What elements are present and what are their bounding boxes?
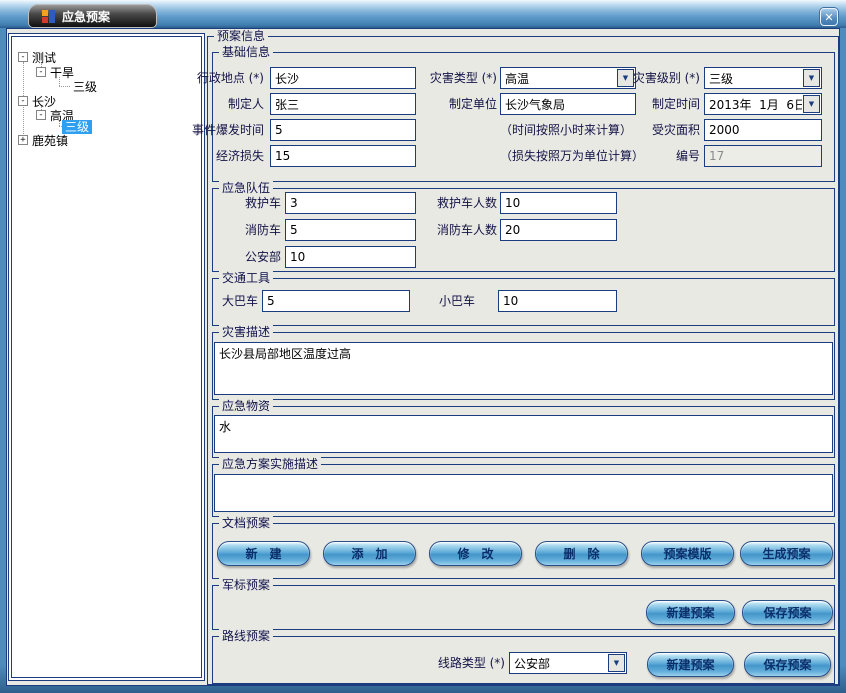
unit-input[interactable] <box>500 93 636 115</box>
military-plan-group-title: 军标预案 <box>219 578 273 592</box>
tree-expander-minus-icon[interactable]: - <box>18 96 28 106</box>
route-type-select[interactable]: 公安部 ▼ <box>509 652 627 674</box>
affected-area-input[interactable] <box>704 119 822 141</box>
supplies-group-title: 应急物资 <box>219 399 273 413</box>
tree-panel <box>8 33 205 681</box>
ambulance-input[interactable] <box>285 192 416 214</box>
time-note: （时间按照小时来计算） <box>500 119 632 141</box>
firetruck-input[interactable] <box>285 219 416 241</box>
tree-node[interactable]: 鹿苑镇 <box>29 133 71 148</box>
create-time-datepicker[interactable]: 2013年 1月 6日 ▼ <box>704 93 822 115</box>
minibus-label: 小巴车 <box>400 290 475 312</box>
military-new-plan-button[interactable]: 新建预案 <box>646 600 735 625</box>
bus-input[interactable] <box>262 290 410 312</box>
serial-number-input <box>704 145 822 167</box>
route-type-value: 公安部 <box>510 653 607 673</box>
route-type-label: 线路类型 (*) <box>420 652 505 674</box>
outbreak-time-label: 事件爆发时间 <box>180 119 264 141</box>
modify-button[interactable]: 修 改 <box>429 541 522 566</box>
tree-expander-minus-icon[interactable]: - <box>36 67 46 77</box>
chevron-down-icon[interactable]: ▼ <box>608 654 625 672</box>
firetruck-label: 消防车 <box>200 219 281 241</box>
route-plan-group-title: 路线预案 <box>219 629 273 643</box>
admin-location-input[interactable] <box>270 67 416 89</box>
window-title: 应急预案 <box>62 8 110 25</box>
outbreak-time-input[interactable] <box>270 119 416 141</box>
serial-number-label: 编号 <box>618 145 700 167</box>
ambulance-crew-label: 救护车人数 <box>415 192 497 214</box>
admin-location-label: 行政地点 (*) <box>180 67 264 89</box>
affected-area-label: 受灾面积 <box>618 119 700 141</box>
unit-label: 制定单位 <box>415 93 497 115</box>
generate-plan-button[interactable]: 生成预案 <box>740 541 833 566</box>
impl-desc-group-title: 应急方案实施描述 <box>219 457 321 471</box>
disaster-level-label: 灾害级别 (*) <box>618 67 700 89</box>
basic-info-group-title: 基础信息 <box>219 45 273 59</box>
disaster-desc-group-title: 灾害描述 <box>219 325 273 339</box>
disaster-level-select[interactable]: 三级 ▼ <box>704 67 822 89</box>
economic-loss-label: 经济损失 <box>180 145 264 167</box>
tree-node-label: 长沙 <box>29 95 59 109</box>
impl-desc-textarea[interactable] <box>214 474 833 512</box>
chevron-down-icon[interactable]: ▼ <box>803 69 820 87</box>
disaster-level-value: 三级 <box>705 68 802 88</box>
bus-label: 大巴车 <box>180 290 258 312</box>
tree-expander-plus-icon[interactable]: + <box>18 135 28 145</box>
route-new-plan-button[interactable]: 新建预案 <box>647 652 734 677</box>
supplies-textarea[interactable]: 水 <box>214 415 833 453</box>
plan-info-group-title: 预案信息 <box>214 29 268 43</box>
app-window: 应急预案 ✕ - - - - + 测试 干旱 三级 长沙 高温 三级 鹿苑镇 预… <box>0 0 846 693</box>
tree-node-label: 三级 <box>70 80 100 94</box>
delete-button[interactable]: 删 除 <box>535 541 628 566</box>
tree-guide <box>59 86 70 87</box>
new-button[interactable]: 新 建 <box>217 541 310 566</box>
tree-node[interactable]: 三级 <box>70 79 100 94</box>
create-time-label: 制定时间 <box>618 93 700 115</box>
police-label: 公安部 <box>200 246 281 268</box>
tree-node-label: 鹿苑镇 <box>29 134 71 148</box>
transport-group-title: 交通工具 <box>219 271 273 285</box>
ambulance-label: 救护车 <box>200 192 281 214</box>
disaster-desc-textarea[interactable]: 长沙县局部地区温度过高 <box>214 342 833 395</box>
firetruck-crew-label: 消防车人数 <box>415 219 497 241</box>
tree-node-label: 三级 <box>62 120 92 134</box>
minibus-input[interactable] <box>498 290 617 312</box>
plan-template-button[interactable]: 预案模版 <box>641 541 734 566</box>
disaster-type-select[interactable]: 高温 ▼ <box>500 67 636 89</box>
tree-node-selected[interactable]: 三级 <box>62 119 92 134</box>
tree-node[interactable]: 长沙 <box>29 94 59 109</box>
tree-node[interactable]: 干旱 <box>47 65 77 80</box>
tree-expander-minus-icon[interactable]: - <box>18 52 28 62</box>
chevron-down-icon[interactable]: ▼ <box>803 95 820 113</box>
economic-loss-input[interactable] <box>270 145 416 167</box>
close-icon[interactable]: ✕ <box>820 8 838 26</box>
disaster-type-value: 高温 <box>501 68 616 88</box>
doc-plan-group-title: 文档预案 <box>219 516 273 530</box>
app-icon <box>42 10 55 23</box>
police-input[interactable] <box>285 246 416 268</box>
create-time-value: 2013年 1月 6日 <box>705 94 802 114</box>
ambulance-crew-input[interactable] <box>500 192 617 214</box>
tree-expander-minus-icon[interactable]: - <box>36 110 46 120</box>
title-bar: 应急预案 ✕ <box>0 0 846 28</box>
route-save-plan-button[interactable]: 保存预案 <box>744 652 831 677</box>
tree-node[interactable]: 测试 <box>29 50 59 65</box>
creator-label: 制定人 <box>180 93 264 115</box>
title-tab: 应急预案 <box>28 4 157 28</box>
firetruck-crew-input[interactable] <box>500 219 617 241</box>
add-button[interactable]: 添 加 <box>323 541 416 566</box>
creator-input[interactable] <box>270 93 416 115</box>
tree-node-label: 测试 <box>29 51 59 65</box>
military-save-plan-button[interactable]: 保存预案 <box>742 600 833 625</box>
tree-node-label: 干旱 <box>47 66 77 80</box>
disaster-type-label: 灾害类型 (*) <box>415 67 497 89</box>
